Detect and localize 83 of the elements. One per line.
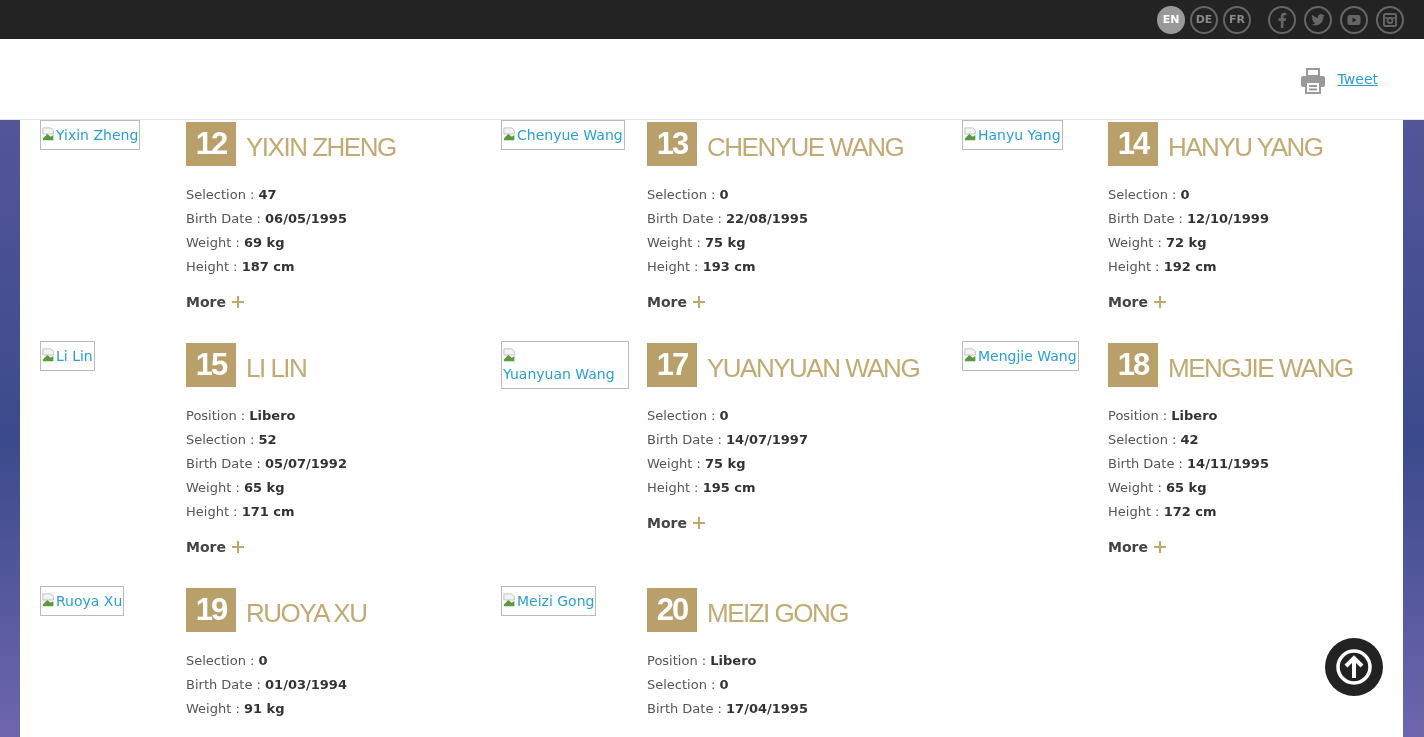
broken-image: Li Lin [40, 341, 95, 371]
player-stat: Birth Date : 01/03/1994 [186, 676, 348, 694]
player-stat: Selection : 47 [186, 186, 278, 204]
player-stat: Weight : 91 kg [186, 700, 286, 718]
player-stat: Height : 192 cm [1108, 258, 1218, 276]
bird-icon[interactable] [1304, 5, 1332, 34]
player-stat: Height : 193 cm [647, 258, 757, 276]
more-link[interactable]: More [1108, 539, 1166, 555]
jersey-number: 19 [186, 588, 236, 632]
player-stat: Height : 187 cm [186, 258, 296, 276]
player-stat: Height : 195 cm [647, 479, 757, 497]
player-stat: Height : 171 cm [186, 503, 296, 521]
player-stat: Selection : 52 [186, 431, 278, 449]
plus-icon [692, 296, 705, 308]
player-stat: Position : Libero [1108, 407, 1219, 425]
player-name: YIXIN ZHENG [246, 131, 396, 163]
player-name: MEIZI GONG [707, 597, 848, 629]
player-stat: Height : 172 cm [1108, 503, 1218, 521]
player-stat: Birth Date : 17/04/1995 [647, 700, 809, 718]
player-name: MENGJIE WANG [1168, 352, 1353, 384]
more-link[interactable]: More [647, 294, 705, 310]
broken-image: Ruoya Xu [40, 586, 125, 616]
player-stat: Birth Date : 22/08/1995 [647, 210, 809, 228]
broken-image-icon [503, 593, 517, 607]
player-name: RUOYA XU [246, 597, 367, 629]
broken-image: Hanyu Yang [962, 120, 1063, 150]
jersey-number: 14 [1108, 122, 1158, 166]
print-icon[interactable] [1299, 68, 1326, 94]
player-stat: Birth Date : 06/05/1995 [186, 210, 348, 228]
broken-image-icon [503, 127, 517, 141]
jersey-number: 12 [186, 122, 236, 166]
player-stat: Weight : 72 kg [1108, 234, 1208, 252]
player-name: CHENYUE WANG [707, 131, 904, 163]
broken-image-icon [42, 348, 56, 362]
player-stat: Weight : 75 kg [647, 455, 747, 473]
plus-icon [231, 296, 244, 308]
broken-image: Chenyue Wang [501, 120, 625, 150]
broken-image-icon [503, 348, 517, 362]
player-stat: Birth Date : 12/10/1999 [1108, 210, 1270, 228]
player-stat: Selection : 0 [1108, 186, 1191, 204]
player-stat: Weight : 75 kg [647, 234, 747, 252]
jersey-number: 20 [647, 588, 697, 632]
more-link[interactable]: More [186, 294, 244, 310]
plus-icon [692, 517, 705, 529]
more-link[interactable]: More [647, 515, 705, 531]
facebook-icon[interactable] [1268, 5, 1296, 34]
player-name: YUANYUAN WANG [707, 352, 920, 384]
broken-image-icon [42, 127, 56, 141]
video-play-icon[interactable] [1340, 5, 1368, 34]
jersey-number: 15 [186, 343, 236, 387]
language-button[interactable]: DE [1190, 5, 1218, 34]
plus-icon [231, 541, 244, 553]
more-link[interactable]: More [1108, 294, 1166, 310]
broken-image-icon [42, 593, 56, 607]
player-stat: Selection : 0 [647, 186, 730, 204]
camera-icon[interactable] [1376, 5, 1404, 34]
player-stat: Weight : 69 kg [186, 234, 286, 252]
player-stat: Position : Libero [186, 407, 297, 425]
player-stat: Weight : 65 kg [1108, 479, 1208, 497]
player-stat: Birth Date : 05/07/1992 [186, 455, 348, 473]
jersey-number: 13 [647, 122, 697, 166]
broken-image: Mengjie Wang [962, 341, 1079, 371]
player-stat: Birth Date : 14/07/1997 [647, 431, 809, 449]
broken-image: Yuanyuan Wang [501, 341, 629, 389]
language-button[interactable]: FR [1223, 5, 1251, 34]
plus-icon [1153, 541, 1166, 553]
broken-image: Yixin Zheng [40, 120, 141, 150]
broken-image: Meizi Gong [501, 586, 597, 616]
broken-image-icon [964, 127, 978, 141]
player-name: LI LIN [246, 352, 307, 384]
broken-image-icon [964, 348, 978, 362]
player-name: HANYU YANG [1168, 131, 1323, 163]
player-stat: Birth Date : 14/11/1995 [1108, 455, 1270, 473]
player-stat: Selection : 42 [1108, 431, 1200, 449]
plus-icon [1153, 296, 1166, 308]
jersey-number: 18 [1108, 343, 1158, 387]
jersey-number: 17 [647, 343, 697, 387]
player-stat: Position : Libero [647, 652, 758, 670]
player-stat: Selection : 0 [186, 652, 269, 670]
more-link[interactable]: More [186, 539, 244, 555]
player-stat: Selection : 0 [647, 407, 730, 425]
player-stat: Weight : 65 kg [186, 479, 286, 497]
player-stat: Selection : 0 [647, 676, 730, 694]
